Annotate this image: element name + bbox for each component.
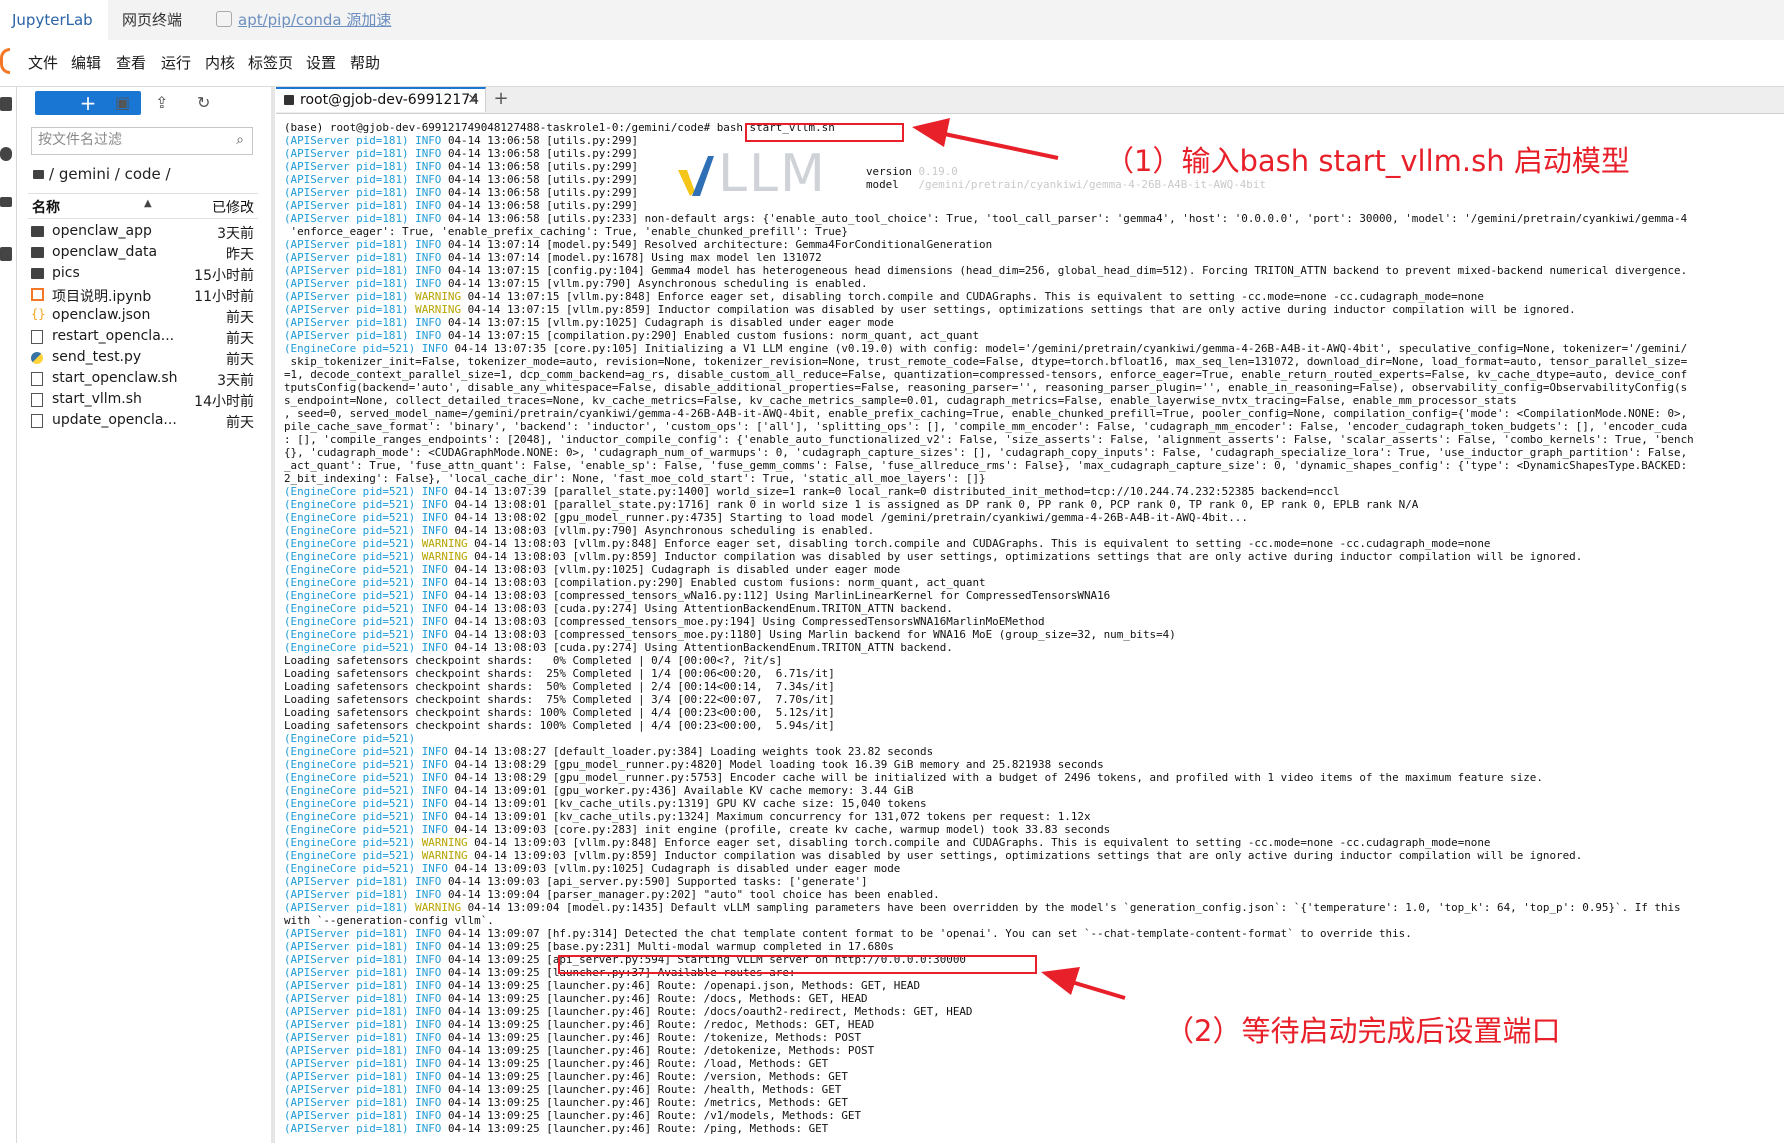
annotation-step2: （2）等待启动完成后设置端口 [1165,1014,1561,1048]
arrow-1-shaft [934,130,1059,160]
arrow-1-head [912,118,950,147]
arrow-2-head [1041,967,1080,995]
annotation-step1: （1）输入bash start_vllm.sh 启动模型 [1105,144,1630,178]
